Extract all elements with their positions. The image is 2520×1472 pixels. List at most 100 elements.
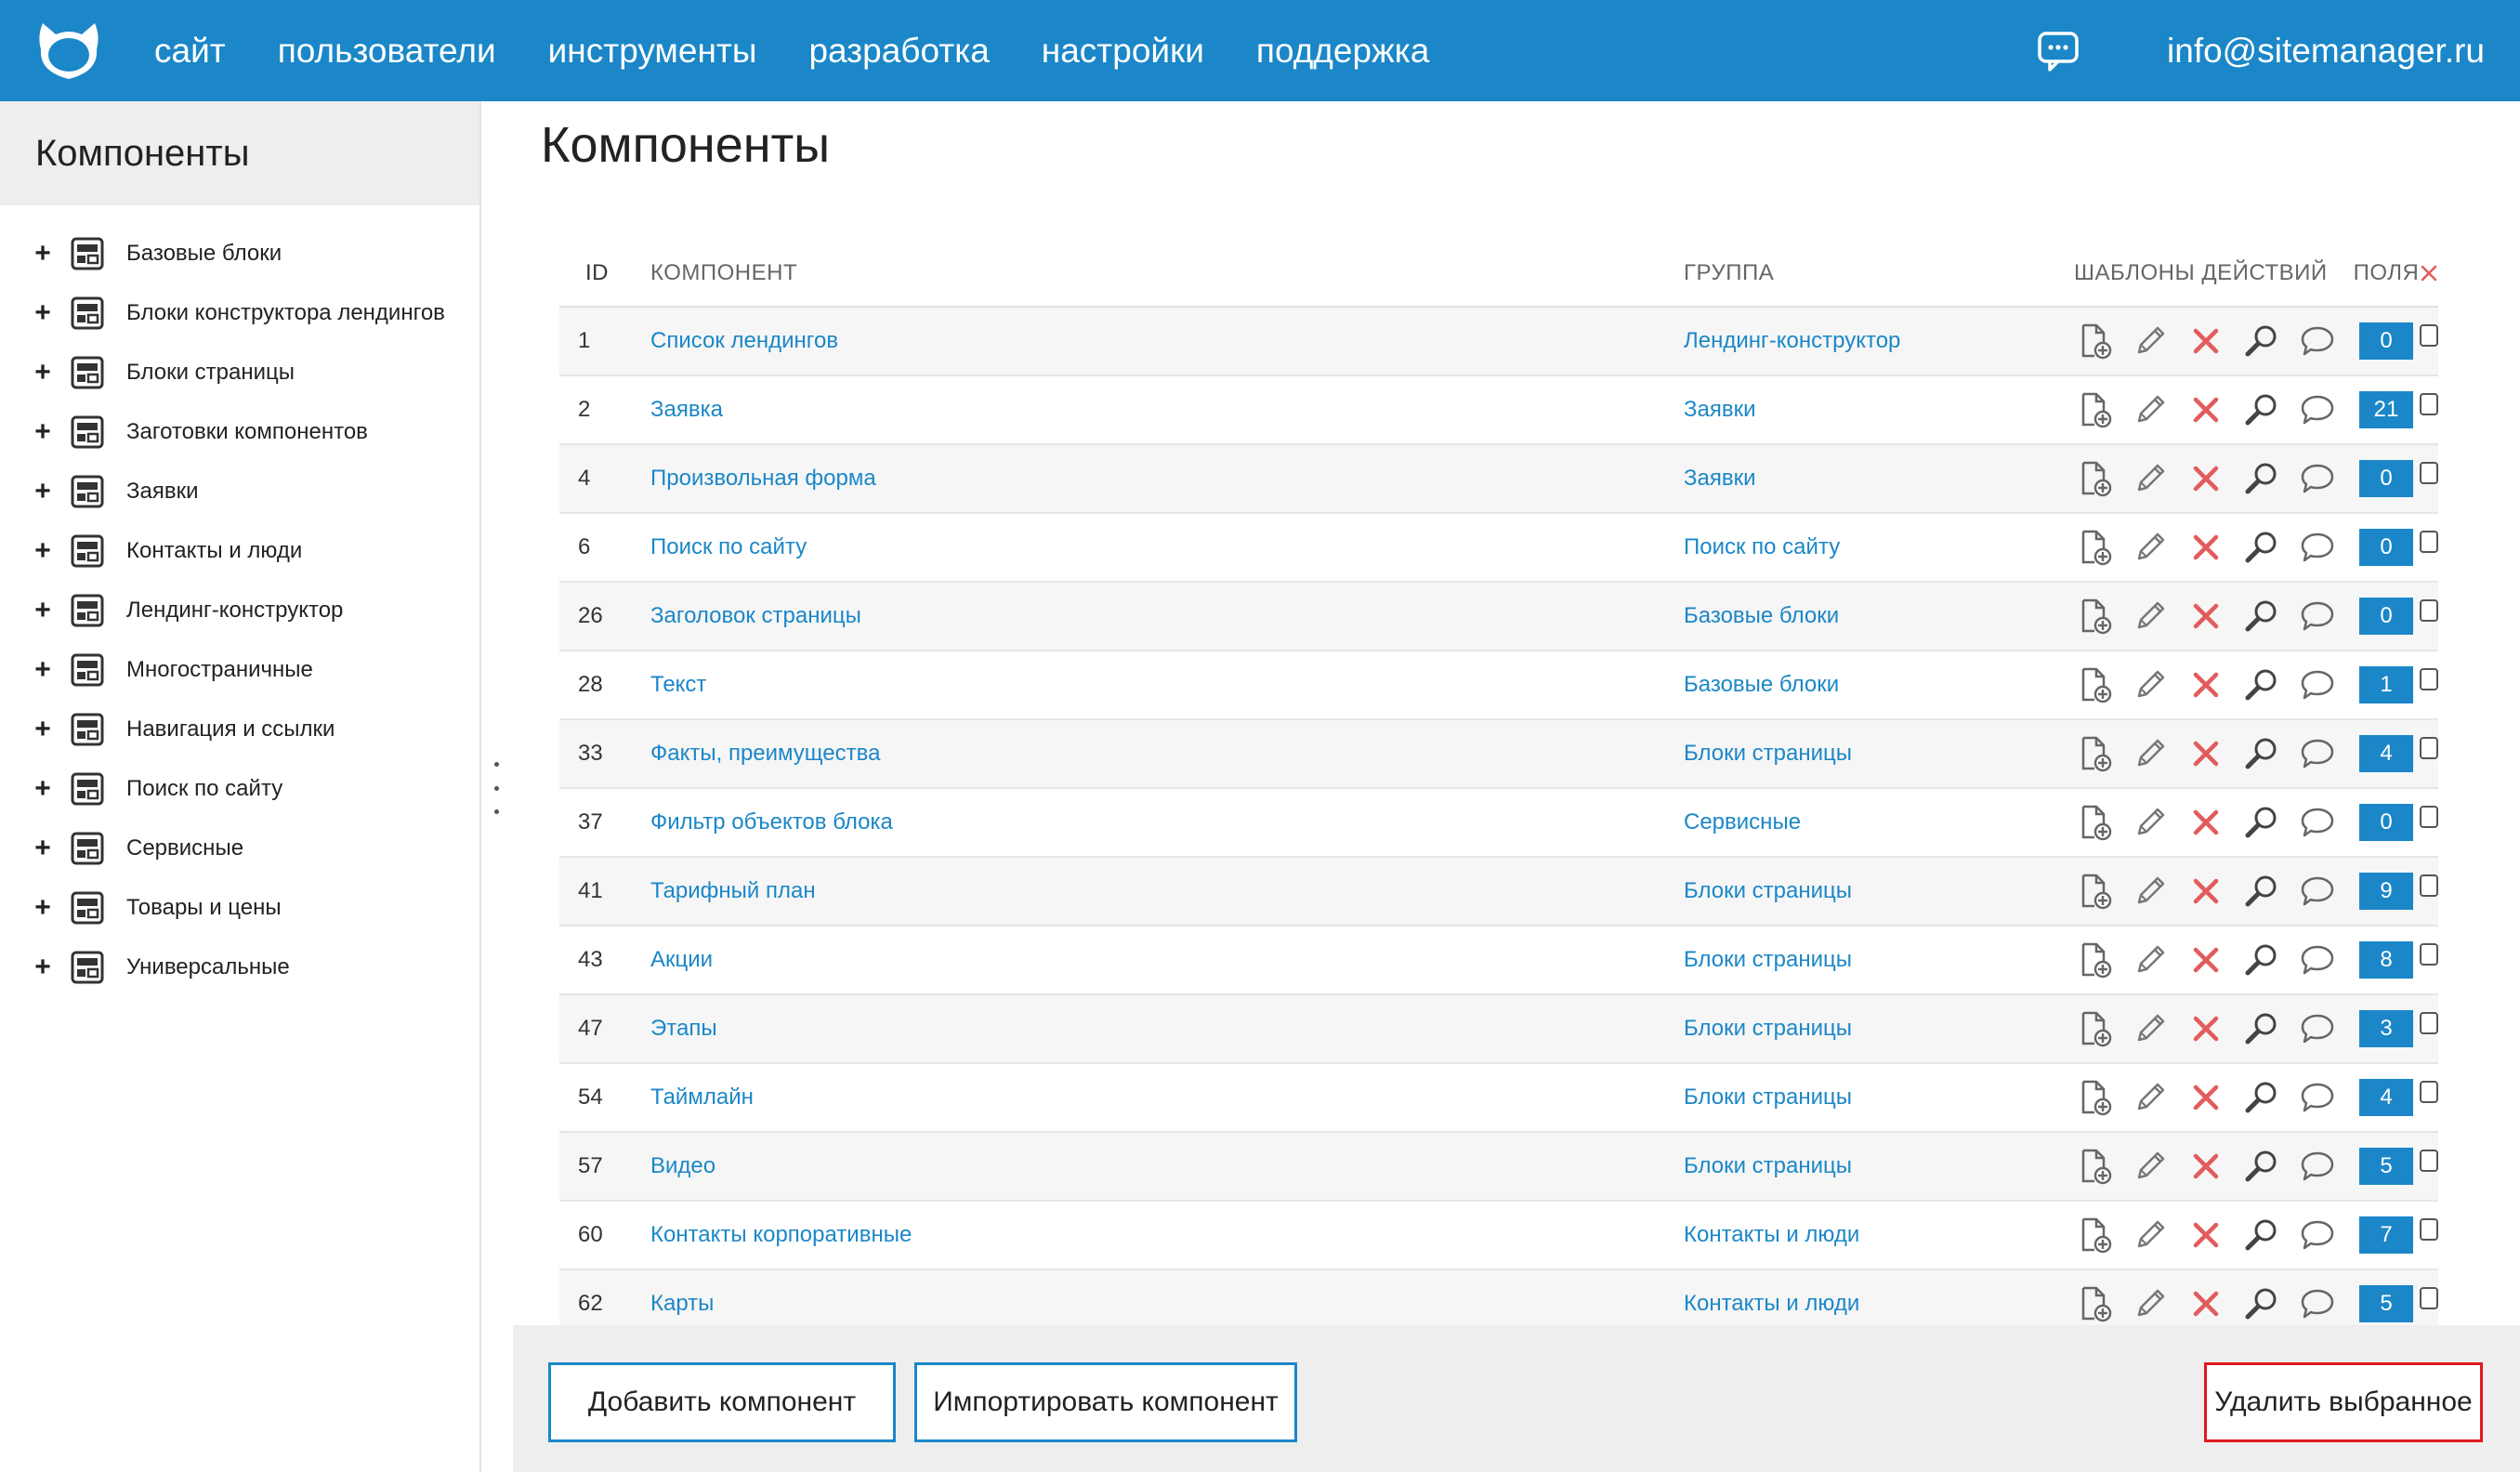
search-icon[interactable] bbox=[2241, 940, 2282, 980]
search-icon[interactable] bbox=[2241, 871, 2282, 912]
sidebar-resize-handle[interactable] bbox=[491, 762, 502, 814]
row-select-checkbox[interactable] bbox=[2420, 531, 2438, 553]
row-select-checkbox[interactable] bbox=[2420, 1081, 2438, 1103]
sidebar-tree-item[interactable]: + Блоки конструктора лендингов bbox=[0, 283, 479, 343]
add-template-icon[interactable] bbox=[2074, 940, 2115, 980]
edit-icon[interactable] bbox=[2130, 1077, 2171, 1118]
comment-icon[interactable] bbox=[2297, 321, 2338, 361]
delete-icon[interactable] bbox=[2185, 1283, 2226, 1324]
delete-icon[interactable] bbox=[2185, 733, 2226, 774]
comment-icon[interactable] bbox=[2297, 940, 2338, 980]
component-group-link[interactable]: Заявки bbox=[1684, 466, 1756, 491]
delete-icon[interactable] bbox=[2185, 1008, 2226, 1049]
sidebar-tree-item[interactable]: + Лендинг-конструктор bbox=[0, 581, 479, 640]
comment-icon[interactable] bbox=[2297, 733, 2338, 774]
search-icon[interactable] bbox=[2241, 527, 2282, 568]
delete-selected-button[interactable]: Удалить выбранное bbox=[2204, 1362, 2483, 1442]
fields-count-badge[interactable]: 5 bbox=[2359, 1148, 2413, 1185]
component-name-link[interactable]: Видео bbox=[650, 1153, 715, 1178]
add-template-icon[interactable] bbox=[2074, 664, 2115, 705]
edit-icon[interactable] bbox=[2130, 389, 2171, 430]
edit-icon[interactable] bbox=[2130, 871, 2171, 912]
user-email-link[interactable]: info@sitemanager.ru bbox=[2167, 32, 2485, 71]
expand-plus-icon[interactable]: + bbox=[33, 894, 52, 922]
fields-count-badge[interactable]: 21 bbox=[2359, 391, 2413, 428]
comment-icon[interactable] bbox=[2297, 527, 2338, 568]
fields-count-badge[interactable]: 7 bbox=[2359, 1216, 2413, 1254]
row-select-checkbox[interactable] bbox=[2420, 1287, 2438, 1309]
sidebar-tree-item[interactable]: + Товары и цены bbox=[0, 878, 479, 938]
search-icon[interactable] bbox=[2241, 389, 2282, 430]
edit-icon[interactable] bbox=[2130, 940, 2171, 980]
search-icon[interactable] bbox=[2241, 1215, 2282, 1255]
edit-icon[interactable] bbox=[2130, 458, 2171, 499]
component-group-link[interactable]: Базовые блоки bbox=[1684, 603, 1839, 628]
row-select-checkbox[interactable] bbox=[2420, 324, 2438, 347]
row-select-checkbox[interactable] bbox=[2420, 874, 2438, 897]
component-name-link[interactable]: Этапы bbox=[650, 1016, 717, 1041]
expand-plus-icon[interactable]: + bbox=[33, 656, 52, 684]
search-icon[interactable] bbox=[2241, 321, 2282, 361]
chat-icon[interactable] bbox=[2035, 28, 2081, 74]
edit-icon[interactable] bbox=[2130, 1283, 2171, 1324]
row-select-checkbox[interactable] bbox=[2420, 943, 2438, 966]
row-select-checkbox[interactable] bbox=[2420, 599, 2438, 622]
component-name-link[interactable]: Факты, преимущества bbox=[650, 741, 880, 766]
sidebar-tree-item[interactable]: + Заявки bbox=[0, 462, 479, 521]
row-select-checkbox[interactable] bbox=[2420, 737, 2438, 759]
sidebar-tree-item[interactable]: + Контакты и люди bbox=[0, 521, 479, 581]
expand-plus-icon[interactable]: + bbox=[33, 537, 52, 565]
nav-item-users[interactable]: пользователи bbox=[278, 32, 496, 71]
component-name-link[interactable]: Фильтр объектов блока bbox=[650, 809, 893, 835]
component-group-link[interactable]: Поиск по сайту bbox=[1684, 534, 1840, 559]
logo-icon[interactable] bbox=[33, 16, 104, 86]
add-template-icon[interactable] bbox=[2074, 871, 2115, 912]
component-name-link[interactable]: Акции bbox=[650, 947, 713, 972]
delete-icon[interactable] bbox=[2185, 1146, 2226, 1187]
search-icon[interactable] bbox=[2241, 1077, 2282, 1118]
component-group-link[interactable]: Блоки страницы bbox=[1684, 1016, 1852, 1041]
component-name-link[interactable]: Список лендингов bbox=[650, 328, 838, 353]
component-group-link[interactable]: Блоки страницы bbox=[1684, 1153, 1852, 1178]
search-icon[interactable] bbox=[2241, 1146, 2282, 1187]
row-select-checkbox[interactable] bbox=[2420, 1218, 2438, 1241]
edit-icon[interactable] bbox=[2130, 321, 2171, 361]
component-name-link[interactable]: Таймлайн bbox=[650, 1084, 754, 1110]
delete-icon[interactable] bbox=[2185, 664, 2226, 705]
delete-icon[interactable] bbox=[2185, 321, 2226, 361]
component-group-link[interactable]: Базовые блоки bbox=[1684, 672, 1839, 697]
fields-count-badge[interactable]: 0 bbox=[2359, 598, 2413, 635]
component-group-link[interactable]: Контакты и люди bbox=[1684, 1291, 1859, 1316]
sidebar-tree-item[interactable]: + Универсальные bbox=[0, 938, 479, 997]
add-template-icon[interactable] bbox=[2074, 733, 2115, 774]
sidebar-tree-item[interactable]: + Навигация и ссылки bbox=[0, 700, 479, 759]
search-icon[interactable] bbox=[2241, 1283, 2282, 1324]
component-group-link[interactable]: Блоки страницы bbox=[1684, 947, 1852, 972]
expand-plus-icon[interactable]: + bbox=[33, 478, 52, 506]
component-group-link[interactable]: Блоки страницы bbox=[1684, 1084, 1852, 1110]
expand-plus-icon[interactable]: + bbox=[33, 240, 52, 268]
row-select-checkbox[interactable] bbox=[2420, 668, 2438, 690]
comment-icon[interactable] bbox=[2297, 1077, 2338, 1118]
comment-icon[interactable] bbox=[2297, 389, 2338, 430]
add-template-icon[interactable] bbox=[2074, 321, 2115, 361]
delete-icon[interactable] bbox=[2185, 871, 2226, 912]
component-group-link[interactable]: Блоки страницы bbox=[1684, 878, 1852, 903]
add-template-icon[interactable] bbox=[2074, 458, 2115, 499]
comment-icon[interactable] bbox=[2297, 1283, 2338, 1324]
expand-plus-icon[interactable]: + bbox=[33, 299, 52, 327]
sidebar-tree-item[interactable]: + Блоки страницы bbox=[0, 343, 479, 402]
delete-icon[interactable] bbox=[2185, 596, 2226, 637]
search-icon[interactable] bbox=[2241, 596, 2282, 637]
fields-count-badge[interactable]: 0 bbox=[2359, 322, 2413, 360]
fields-count-badge[interactable]: 4 bbox=[2359, 735, 2413, 772]
component-name-link[interactable]: Поиск по сайту bbox=[650, 534, 807, 559]
add-template-icon[interactable] bbox=[2074, 802, 2115, 843]
delete-selected-icon[interactable] bbox=[2420, 256, 2438, 291]
fields-count-badge[interactable]: 9 bbox=[2359, 873, 2413, 910]
comment-icon[interactable] bbox=[2297, 596, 2338, 637]
search-icon[interactable] bbox=[2241, 733, 2282, 774]
import-component-button[interactable]: Импортировать компонент bbox=[914, 1362, 1297, 1442]
row-select-checkbox[interactable] bbox=[2420, 462, 2438, 484]
fields-count-badge[interactable]: 1 bbox=[2359, 666, 2413, 703]
